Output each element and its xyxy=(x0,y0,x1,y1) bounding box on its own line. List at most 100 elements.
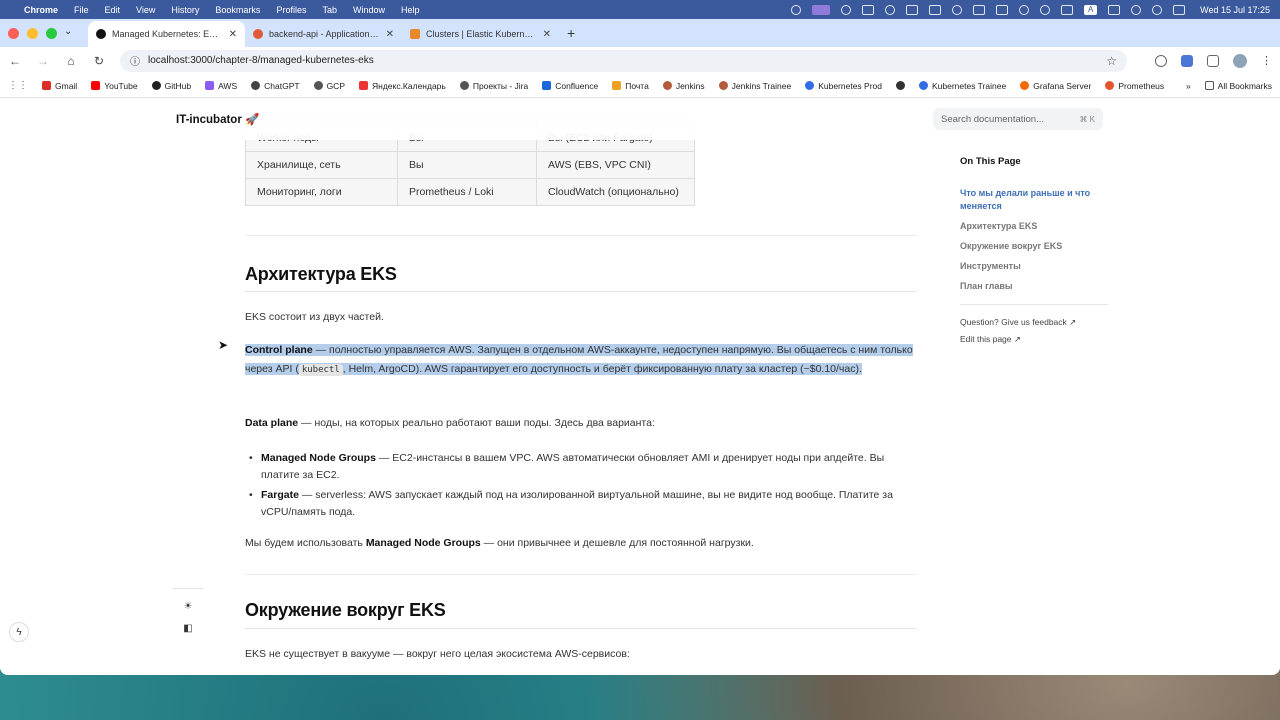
all-bookmarks-button[interactable]: All Bookmarks xyxy=(1204,81,1272,91)
menu-history[interactable]: History xyxy=(171,5,199,15)
minimize-window-button[interactable] xyxy=(27,28,38,39)
menu-profiles[interactable]: Profiles xyxy=(276,5,306,15)
status-icon[interactable] xyxy=(841,4,852,15)
bookmark-github[interactable]: GitHub xyxy=(151,81,191,91)
status-icon[interactable] xyxy=(862,4,875,15)
feedback-link[interactable]: Question? Give us feedback ↗ xyxy=(960,317,1110,328)
bookmarks-bar: ⋮⋮ Gmail YouTube GitHub AWS ChatGPT GCP … xyxy=(0,74,1280,98)
tab-search-icon[interactable]: ⌄ xyxy=(64,26,72,37)
extension-icon[interactable] xyxy=(1181,54,1193,67)
bookmark-label: Kubernetes Prod xyxy=(818,80,882,91)
web-page: IT-incubator 🚀 Search documentation... ⌘… xyxy=(0,98,1280,675)
status-icon[interactable] xyxy=(952,4,963,15)
bookmark-prometheus[interactable]: Prometheus xyxy=(1105,81,1164,91)
bookmark-youtube[interactable]: YouTube xyxy=(91,80,138,91)
control-center-icon[interactable] xyxy=(1173,4,1186,15)
section-divider xyxy=(245,235,917,236)
new-tab-button[interactable]: + xyxy=(567,25,575,41)
menu-file[interactable]: File xyxy=(74,5,89,15)
toc-item[interactable]: Инструменты xyxy=(960,260,1110,273)
bookmark-yandex-calendar[interactable]: Яндекс.Календарь xyxy=(358,81,446,91)
profile-avatar[interactable] xyxy=(1233,53,1247,68)
bookmark-kubernetes-prod[interactable]: Kubernetes Prod xyxy=(805,81,882,91)
status-icon[interactable] xyxy=(885,4,896,15)
toc-item[interactable]: План главы xyxy=(960,280,1110,293)
menu-bookmarks[interactable]: Bookmarks xyxy=(215,5,260,15)
search-icon[interactable] xyxy=(1131,4,1142,15)
menu-edit[interactable]: Edit xyxy=(105,5,121,15)
clock[interactable]: Wed 15 Jul 17:25 xyxy=(1200,5,1270,15)
toc-item[interactable]: Архитектура EKS xyxy=(960,220,1110,233)
mail-icon xyxy=(612,81,622,90)
tab-eks-clusters[interactable]: Clusters | Elastic Kubernetes ✕ xyxy=(402,21,559,47)
wifi-icon[interactable] xyxy=(1108,4,1121,15)
close-tab-icon[interactable]: ✕ xyxy=(386,29,394,40)
menu-window[interactable]: Window xyxy=(353,5,385,15)
menu-view[interactable]: View xyxy=(136,5,155,15)
lightning-icon[interactable]: ϟ xyxy=(9,622,29,642)
bookmark-label: YouTube xyxy=(104,80,138,91)
address-bar[interactable]: ⓘ localhost:3000/chapter-8/managed-kuber… xyxy=(120,49,1127,72)
extension-icon[interactable] xyxy=(1155,54,1167,67)
keyboard-layout-icon[interactable]: A xyxy=(1084,4,1098,15)
status-icon[interactable] xyxy=(929,4,942,15)
address-url: localhost:3000/chapter-8/managed-kuberne… xyxy=(148,55,374,66)
bookmark-globe[interactable] xyxy=(896,81,905,90)
bookmark-label: Grafana Server xyxy=(1033,80,1092,91)
home-icon[interactable]: ⌂ xyxy=(64,54,78,68)
collapse-sidebar-icon[interactable]: ◧ xyxy=(172,623,204,634)
bookmark-gmail[interactable]: Gmail xyxy=(42,81,77,91)
status-icon[interactable] xyxy=(1019,4,1030,15)
volume-icon[interactable] xyxy=(1061,4,1074,15)
back-icon[interactable]: ← xyxy=(8,54,22,68)
bookmark-gcp[interactable]: GCP xyxy=(313,81,345,91)
status-icon[interactable] xyxy=(996,4,1009,15)
close-tab-icon[interactable]: ✕ xyxy=(229,29,237,40)
tab-managed-kubernetes[interactable]: Managed Kubernetes: EKS (A ✕ xyxy=(88,21,245,47)
bookmark-aws[interactable]: AWS xyxy=(205,81,237,91)
status-icon[interactable] xyxy=(973,4,986,15)
table-row: Мониторинг, логи Prometheus / Loki Cloud… xyxy=(245,178,695,206)
bookmark-jenkins-trainee[interactable]: Jenkins Trainee xyxy=(718,80,792,91)
theme-toggle-icon[interactable]: ☀ xyxy=(172,601,204,612)
kebab-menu-icon[interactable]: ⋮ xyxy=(1261,55,1272,67)
bookmark-confluence[interactable]: Confluence xyxy=(542,81,598,91)
site-info-icon[interactable]: ⓘ xyxy=(130,53,140,68)
status-icon[interactable] xyxy=(906,4,919,15)
list-item: Managed Node Groups — EC2-инстансы в ваш… xyxy=(245,450,917,483)
toc-divider xyxy=(960,304,1108,305)
menu-app-name[interactable]: Chrome xyxy=(24,5,58,15)
forward-icon[interactable]: → xyxy=(36,54,50,68)
bookmark-kubernetes-trainee[interactable]: Kubernetes Trainee xyxy=(919,81,1006,91)
search-input[interactable]: Search documentation... ⌘ K xyxy=(933,108,1103,130)
reload-icon[interactable]: ↻ xyxy=(92,54,106,68)
bookmark-jenkins[interactable]: Jenkins xyxy=(662,81,705,91)
close-tab-icon[interactable]: ✕ xyxy=(543,29,551,40)
toc-item[interactable]: Что мы делали раньше и что меняется xyxy=(960,187,1110,213)
more-bookmarks-icon[interactable]: » xyxy=(1186,81,1191,91)
extensions-puzzle-icon[interactable] xyxy=(1207,54,1219,67)
status-icon[interactable] xyxy=(1040,4,1051,15)
bookmark-label: Prometheus xyxy=(1118,80,1165,91)
apps-grid-icon[interactable]: ⋮⋮ xyxy=(8,80,28,91)
bookmark-star-icon[interactable]: ☆ xyxy=(1106,54,1117,68)
menu-help[interactable]: Help xyxy=(401,5,420,15)
term-managed-node-groups: Managed Node Groups xyxy=(365,537,481,549)
toc-item[interactable]: Окружение вокруг EKS xyxy=(960,240,1110,253)
tab-backend-api[interactable]: backend-api - Application De ✕ xyxy=(245,21,402,47)
edit-page-link[interactable]: Edit this page ↗ xyxy=(960,334,1110,345)
zoom-window-button[interactable] xyxy=(46,28,57,39)
screen-recording-icon[interactable] xyxy=(812,4,831,15)
bookmark-label: Jenkins Trainee xyxy=(731,80,792,91)
menu-tab[interactable]: Tab xyxy=(322,5,337,15)
bookmark-mail[interactable]: Почта xyxy=(612,81,649,91)
grafana-icon xyxy=(1020,81,1030,90)
bookmark-grafana[interactable]: Grafana Server xyxy=(1020,81,1091,91)
user-icon[interactable] xyxy=(1152,4,1163,15)
bookmark-jira[interactable]: Проекты - Jira xyxy=(459,81,528,91)
status-icon[interactable] xyxy=(791,4,802,15)
bookmark-chatgpt[interactable]: ChatGPT xyxy=(251,81,300,91)
close-window-button[interactable] xyxy=(8,28,19,39)
site-logo[interactable]: IT-incubator 🚀 xyxy=(176,112,259,126)
prometheus-icon xyxy=(1105,81,1115,90)
